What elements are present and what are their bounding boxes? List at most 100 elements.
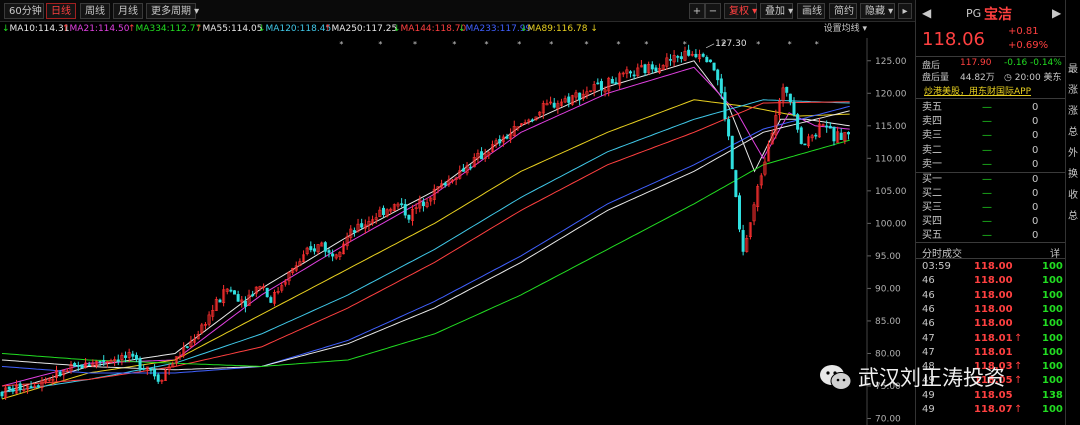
candle-body — [142, 368, 146, 370]
candle-body — [98, 360, 102, 363]
order-book-row-bid[interactable]: 买三 — 0 — [916, 201, 1066, 215]
side-tab-label[interactable]: 总 — [1068, 207, 1078, 222]
order-volume: 0 — [1032, 130, 1039, 142]
draw-line-button[interactable]: 画线 — [797, 3, 825, 19]
order-book-row-bid[interactable]: 买四 — 0 — [916, 215, 1066, 229]
order-book-row-ask[interactable]: 卖五 — 0 — [916, 101, 1066, 115]
order-volume: 0 — [1032, 144, 1039, 156]
more-periods-dropdown[interactable]: 更多周期 ▾ — [146, 3, 199, 19]
period-select[interactable]: 60分钟 — [4, 3, 44, 19]
period-select-label: 60分钟 — [9, 6, 42, 17]
side-tab-label[interactable]: 换 — [1068, 165, 1078, 180]
candle-body — [498, 139, 502, 144]
ma-line-ma144 — [1, 101, 850, 387]
trade-volume: 100 — [1042, 346, 1063, 358]
candle-body — [614, 82, 618, 85]
tab-week[interactable]: 周线 — [80, 3, 110, 19]
forward-arrow-icon[interactable]: ▶ — [1052, 6, 1061, 20]
price-chart[interactable]: * * * * * * * * * * * * * * * 125.00120.00115.00110.00… — [0, 38, 915, 425]
candle-body — [741, 230, 745, 252]
y-tick-label: 100.00 — [875, 219, 907, 229]
order-book-row-bid[interactable]: 买五 — 0 — [916, 229, 1066, 243]
trade-time: 03:59 — [922, 261, 951, 272]
candle-body — [788, 93, 792, 103]
side-tab-label[interactable]: 涨 — [1068, 102, 1078, 117]
order-volume: 0 — [1032, 158, 1039, 170]
last-price: 118.06 — [922, 29, 985, 50]
candle-body — [530, 119, 534, 122]
event-marker: * — [644, 40, 648, 49]
zoom-in-button[interactable]: + — [689, 3, 705, 19]
candle-body — [461, 168, 465, 172]
candle-body — [567, 96, 571, 103]
ma-arrow-icon: ↓ — [587, 24, 598, 34]
candle-body — [138, 358, 142, 370]
order-book-row-ask[interactable]: 卖一 — 0 — [916, 158, 1066, 172]
candle-body — [0, 391, 4, 397]
candle-body — [719, 78, 723, 94]
ma89-label: MA89:116.78 — [527, 24, 588, 34]
y-tick-label: 115.00 — [875, 122, 907, 132]
side-tab-label[interactable]: 外 — [1068, 144, 1078, 159]
candle-body — [149, 368, 153, 371]
hide-label: 隐藏 — [865, 6, 885, 17]
trade-time: 49 — [922, 404, 935, 415]
candle-body — [599, 81, 603, 91]
candle-body — [36, 385, 40, 387]
dropdown-arrow-icon: ▾ — [785, 6, 794, 17]
y-tick-label: 120.00 — [875, 89, 907, 99]
overlay-dropdown[interactable]: 叠加 ▾ — [760, 3, 793, 19]
candlesticks: * * * * * * * * * * * * * * * — [0, 40, 850, 400]
wechat-icon — [820, 365, 852, 390]
candle-body — [265, 287, 269, 298]
trade-price: 118.01 — [974, 332, 1013, 344]
trade-arrow-icon: ↑ — [1014, 404, 1023, 415]
side-tab-label[interactable]: 总 — [1068, 123, 1078, 138]
ma-arrow-icon: ↓ — [258, 24, 266, 34]
order-price: — — [982, 174, 992, 185]
candle-body — [381, 207, 385, 215]
order-volume: 0 — [1032, 174, 1039, 185]
ma-legend-item: ↓MA120:118.45 — [258, 22, 331, 36]
order-book-row-ask[interactable]: 卖二 — 0 — [916, 144, 1066, 158]
more-periods-label: 更多周期 — [151, 6, 191, 17]
brief-button[interactable]: 简约 — [829, 3, 857, 19]
side-tab-label[interactable]: 最 — [1068, 60, 1078, 75]
y-tick-label: 90.00 — [875, 284, 901, 294]
order-book-row-ask[interactable]: 卖四 — 0 — [916, 115, 1066, 129]
candle-body — [712, 62, 716, 71]
back-arrow-icon[interactable]: ◀ — [922, 6, 931, 20]
ad-link[interactable]: 炒港美股，用东财国际APP — [924, 84, 1031, 97]
order-level-label: 卖四 — [922, 116, 942, 128]
divider — [916, 56, 1066, 57]
hide-dropdown[interactable]: 隐藏 ▾ — [860, 3, 895, 19]
annotation-high-label: 127.30 — [715, 39, 747, 49]
event-marker: * — [484, 40, 488, 49]
candle-body — [134, 355, 138, 360]
collapse-panel-button[interactable]: ▸ — [898, 3, 912, 19]
candle-body — [799, 127, 803, 144]
order-book-row-bid[interactable]: 买二 — 0 — [916, 187, 1066, 201]
trade-row: 47 118.01 100 — [916, 346, 1066, 360]
candle-body — [7, 386, 11, 390]
zoom-out-button[interactable]: − — [705, 3, 721, 19]
candle-body — [331, 253, 335, 257]
y-tick-label: 80.00 — [875, 349, 901, 359]
tab-month[interactable]: 月线 — [113, 3, 143, 19]
tab-day[interactable]: 日线 — [46, 3, 76, 19]
ma-arrow-icon: ↓ — [520, 24, 528, 34]
ma-settings-button[interactable]: 设置均线 ▾ — [824, 22, 867, 36]
order-book-row-ask[interactable]: 卖三 — 0 — [916, 129, 1066, 143]
order-book-row-bid[interactable]: 买一 — 0 — [916, 173, 1066, 187]
candle-body — [73, 363, 77, 367]
candle-body — [796, 114, 800, 130]
side-tab-label[interactable]: 收 — [1068, 186, 1078, 201]
candle-body — [737, 195, 741, 230]
side-tab-label[interactable]: 涨 — [1068, 81, 1078, 96]
stock-symbol: PG — [966, 7, 982, 20]
adjust-dropdown[interactable]: 复权 ▾ — [724, 3, 757, 19]
ma-legend-item: ↑MA55:114.05 — [195, 22, 262, 36]
event-marker: * — [413, 40, 417, 49]
candle-body — [309, 246, 313, 251]
trade-volume: 100 — [1042, 332, 1063, 344]
